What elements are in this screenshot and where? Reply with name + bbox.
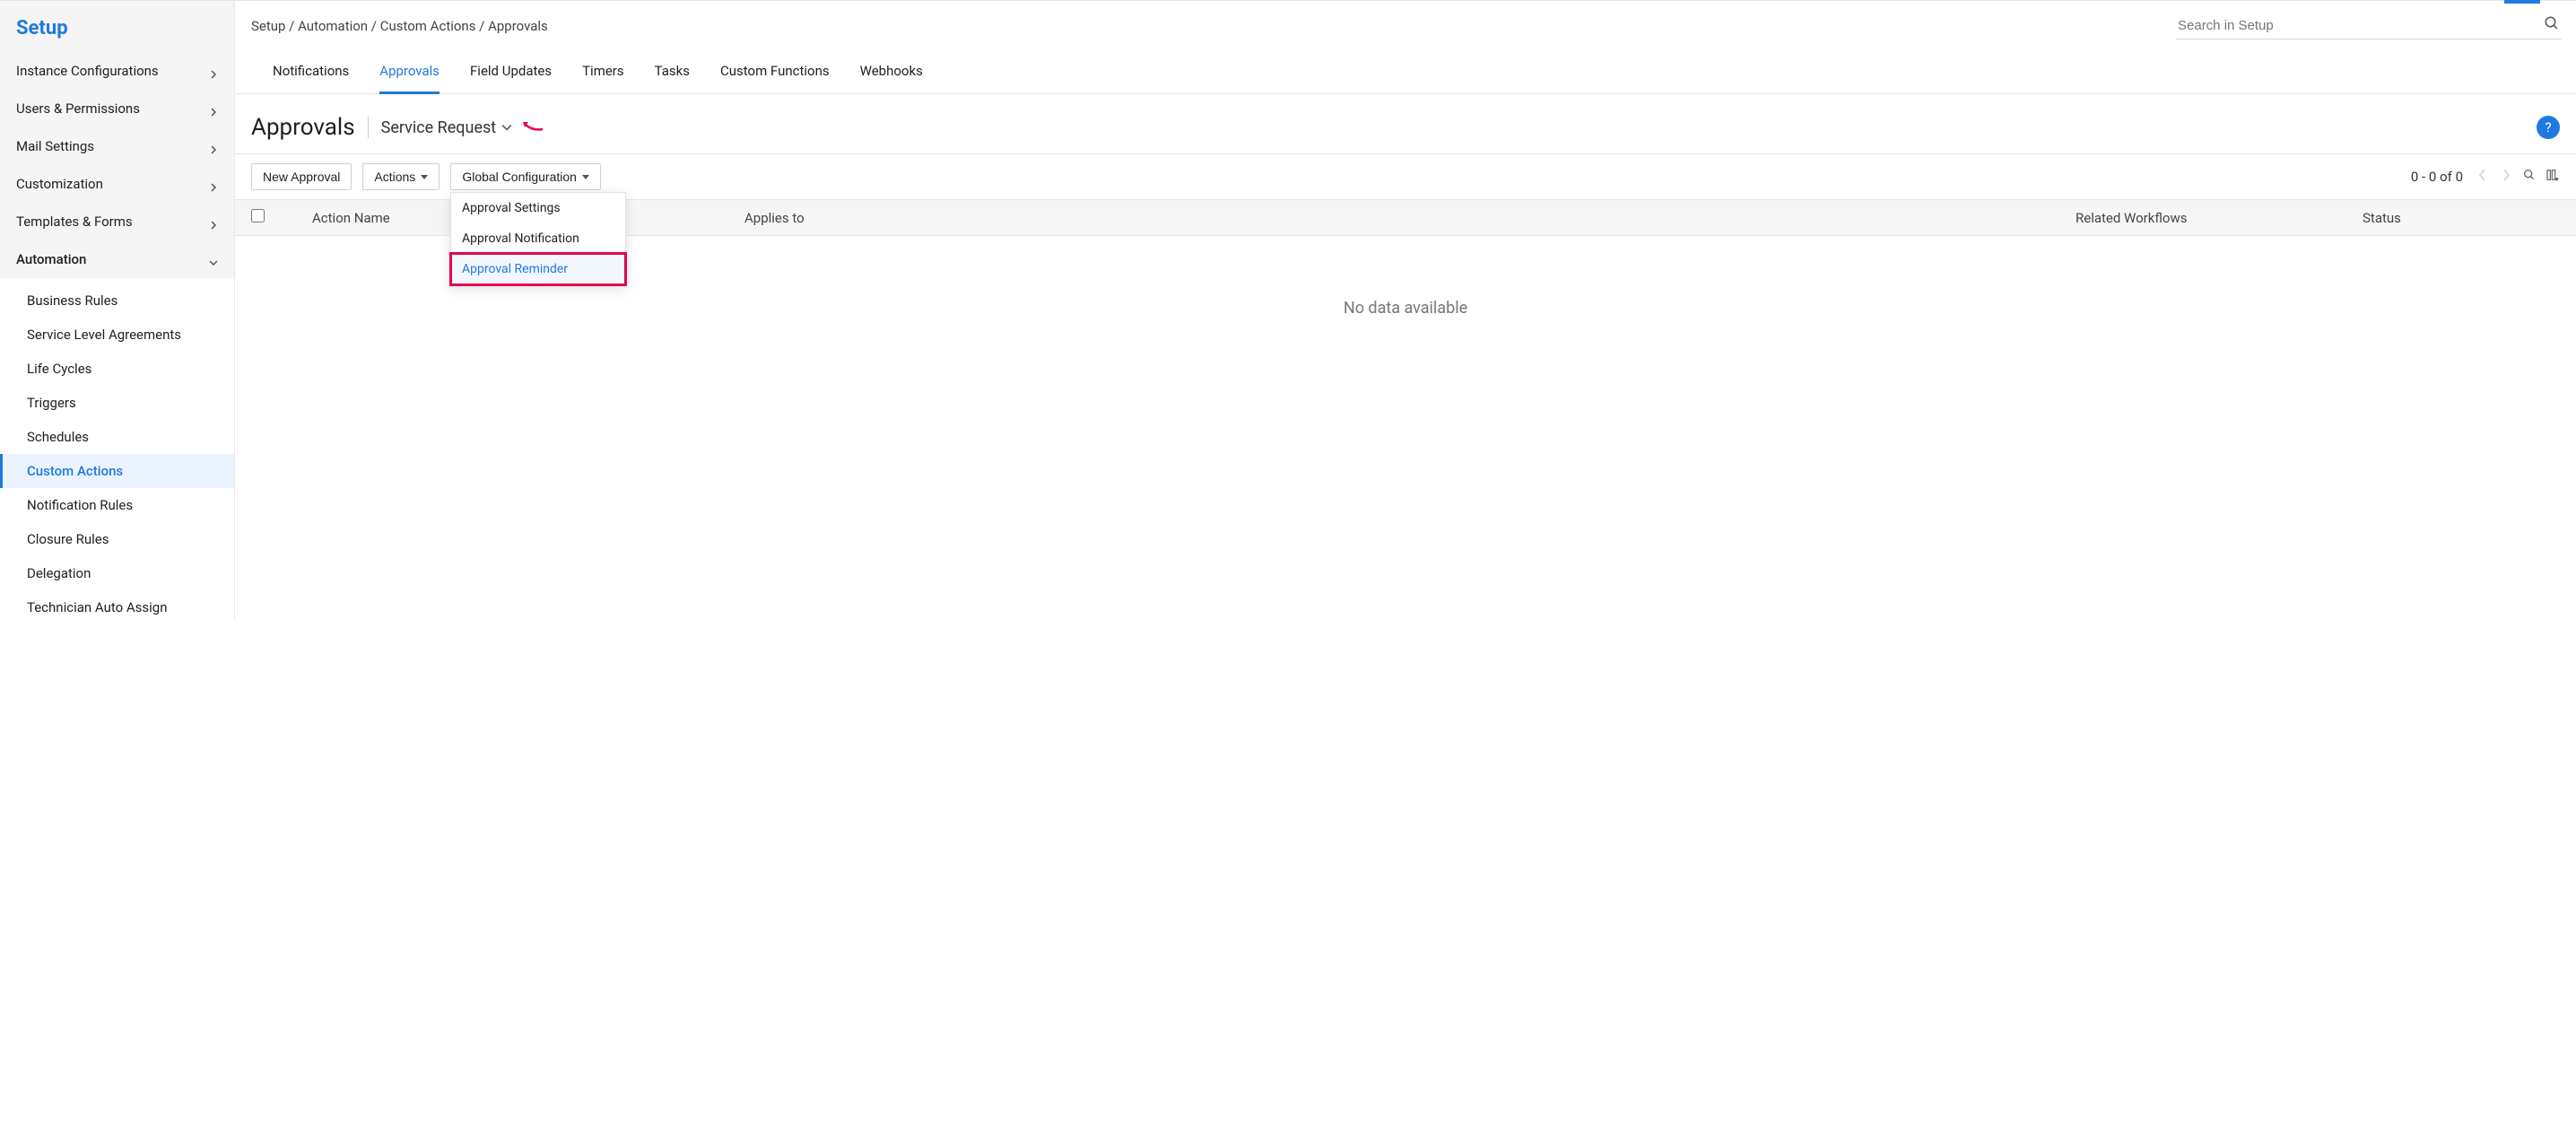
col-status: Status — [2363, 210, 2560, 226]
sub-schedules[interactable]: Schedules — [0, 420, 234, 454]
select-all-checkbox[interactable] — [251, 209, 265, 222]
page-header-left: Approvals Service Request — [251, 114, 544, 141]
search-icon[interactable] — [2544, 15, 2560, 35]
search-list-icon[interactable] — [2522, 168, 2537, 186]
annotation-arrow-icon — [521, 118, 544, 137]
tab-timers[interactable]: Timers — [582, 56, 624, 93]
search-input[interactable] — [2178, 18, 2544, 33]
help-button[interactable]: ? — [2537, 116, 2560, 139]
help-icon: ? — [2545, 119, 2551, 135]
sub-delegation[interactable]: Delegation — [0, 556, 234, 590]
sub-notification-rules[interactable]: Notification Rules — [0, 488, 234, 522]
prev-page-icon[interactable] — [2476, 168, 2490, 186]
select-all-cell — [251, 209, 287, 226]
nav-customization[interactable]: Customization — [0, 165, 234, 203]
page-title: Approvals — [251, 114, 355, 141]
global-config-button[interactable]: Global Configuration — [450, 163, 601, 190]
app-root: Setup Instance Configurations Users & Pe… — [0, 0, 2576, 619]
tab-notifications[interactable]: Notifications — [273, 56, 349, 93]
dd-approval-settings[interactable]: Approval Settings — [451, 193, 625, 223]
caret-down-icon — [421, 175, 428, 179]
nav-label: Templates & Forms — [16, 214, 133, 230]
next-page-icon[interactable] — [2499, 168, 2513, 186]
brand-title: Setup — [0, 13, 234, 52]
toolbar: New Approval Actions Global Configuratio… — [235, 154, 2576, 199]
chevron-down-icon — [501, 118, 512, 137]
tab-webhooks[interactable]: Webhooks — [860, 56, 923, 93]
chevron-right-icon — [209, 179, 218, 188]
toolbar-left: New Approval Actions Global Configuratio… — [251, 163, 601, 190]
sub-closure-rules[interactable]: Closure Rules — [0, 522, 234, 556]
sub-triggers[interactable]: Triggers — [0, 386, 234, 420]
chevron-right-icon — [209, 66, 218, 75]
page-header: Approvals Service Request ? — [235, 94, 2576, 154]
tab-tasks[interactable]: Tasks — [655, 56, 690, 93]
dd-approval-reminder[interactable]: Approval Reminder — [451, 254, 625, 284]
breadcrumb: Setup / Automation / Custom Actions / Ap… — [251, 18, 548, 34]
nav-users-permissions[interactable]: Users & Permissions — [0, 90, 234, 127]
context-label: Service Request — [381, 118, 497, 137]
button-label: Actions — [374, 170, 415, 184]
caret-down-icon — [582, 175, 589, 179]
search-wrap — [2176, 12, 2562, 39]
col-related-workflows: Related Workflows — [2076, 210, 2363, 226]
sub-life-cycles[interactable]: Life Cycles — [0, 352, 234, 386]
sub-custom-actions[interactable]: Custom Actions — [0, 454, 234, 488]
nav-label: Mail Settings — [16, 138, 94, 154]
nav-label: Users & Permissions — [16, 100, 140, 117]
button-label: New Approval — [263, 170, 340, 184]
tab-approvals[interactable]: Approvals — [379, 56, 439, 94]
context-selector[interactable]: Service Request — [381, 118, 545, 137]
nav-mail-settings[interactable]: Mail Settings — [0, 127, 234, 165]
nav-label: Automation — [16, 251, 86, 267]
chevron-right-icon — [209, 217, 218, 226]
new-approval-button[interactable]: New Approval — [251, 163, 352, 190]
top-accent-bar — [2504, 0, 2540, 4]
nav-label: Customization — [16, 176, 103, 192]
tab-custom-functions[interactable]: Custom Functions — [720, 56, 830, 93]
sub-business-rules[interactable]: Business Rules — [0, 284, 234, 318]
chevron-down-icon — [209, 255, 218, 264]
global-config-dropdown: Approval Settings Approval Notification … — [450, 192, 626, 285]
sub-technician-auto-assign[interactable]: Technician Auto Assign — [0, 590, 234, 619]
main-panel: Setup / Automation / Custom Actions / Ap… — [235, 1, 2576, 619]
tab-field-updates[interactable]: Field Updates — [470, 56, 552, 93]
chevron-right-icon — [209, 104, 218, 113]
toolbar-right: 0 - 0 of 0 — [2411, 168, 2560, 186]
sidebar: Setup Instance Configurations Users & Pe… — [0, 1, 235, 619]
chevron-right-icon — [209, 142, 218, 151]
dd-approval-notification[interactable]: Approval Notification — [451, 223, 625, 254]
automation-sublist: Business Rules Service Level Agreements … — [0, 278, 234, 619]
nav-label: Instance Configurations — [16, 63, 159, 79]
tabs: Notifications Approvals Field Updates Ti… — [235, 39, 2576, 94]
title-separator — [368, 117, 369, 138]
nav-automation[interactable]: Automation — [0, 240, 234, 278]
actions-button[interactable]: Actions — [362, 163, 439, 190]
nav-instance-configurations[interactable]: Instance Configurations — [0, 52, 234, 90]
record-count: 0 - 0 of 0 — [2411, 169, 2463, 185]
sub-sla[interactable]: Service Level Agreements — [0, 318, 234, 352]
nav-templates-forms[interactable]: Templates & Forms — [0, 203, 234, 240]
column-settings-icon[interactable] — [2546, 168, 2560, 186]
button-label: Global Configuration — [462, 170, 577, 184]
topbar: Setup / Automation / Custom Actions / Ap… — [235, 1, 2576, 39]
col-applies-to: Applies to — [556, 210, 2076, 226]
